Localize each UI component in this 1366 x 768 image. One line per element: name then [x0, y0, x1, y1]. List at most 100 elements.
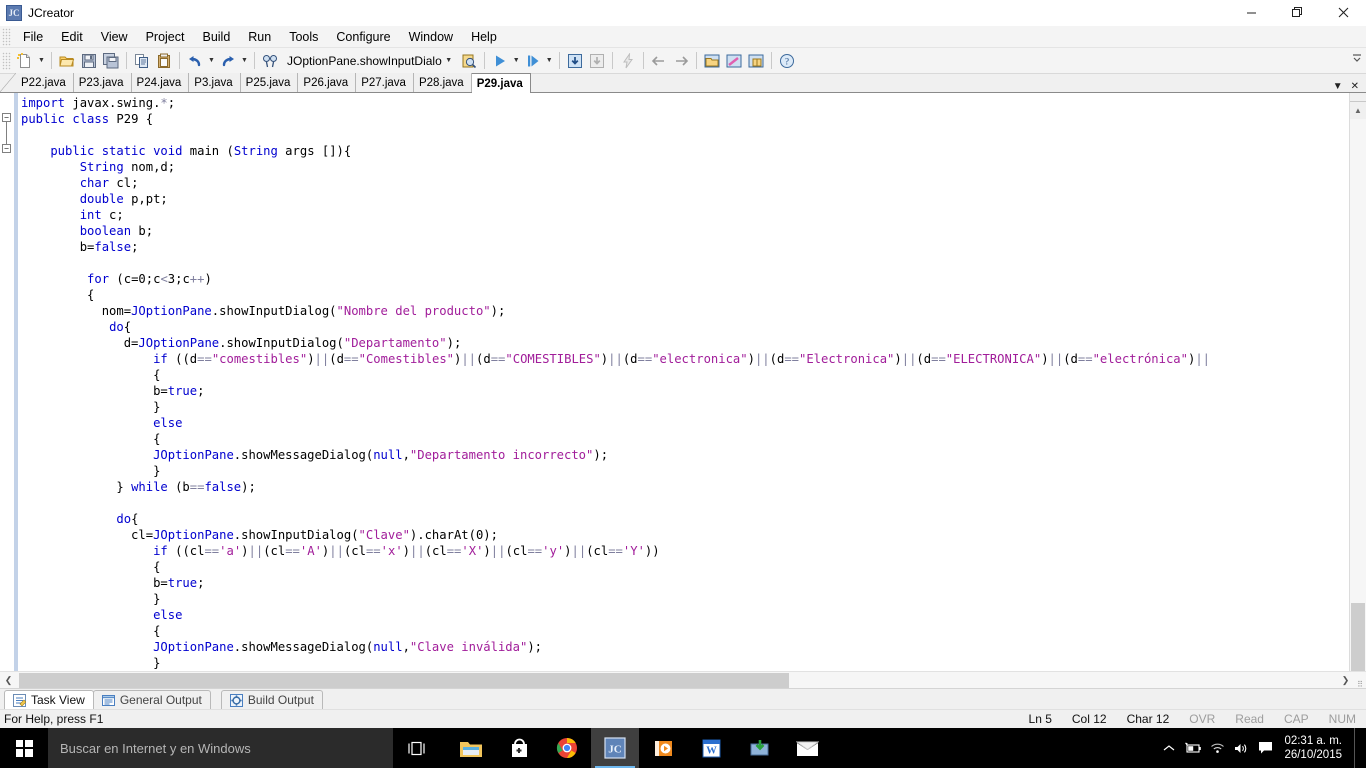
microsoft-word-icon[interactable]: W [687, 728, 735, 768]
google-chrome-icon[interactable] [543, 728, 591, 768]
show-hidden-icons-icon[interactable] [1158, 728, 1180, 768]
close-button[interactable] [1320, 0, 1366, 26]
media-player-icon[interactable] [639, 728, 687, 768]
code-token: JOptionPane [153, 528, 234, 542]
jcreator-icon[interactable]: JC [591, 728, 639, 768]
tab-p27-java[interactable]: P27.java [356, 73, 414, 92]
save-icon[interactable] [78, 50, 100, 72]
resize-grip[interactable]: ⠿ [1354, 672, 1366, 689]
horizontal-scrollbar[interactable]: ❮ ❯ ⠿ [0, 671, 1366, 689]
menu-project[interactable]: Project [137, 27, 194, 47]
undo-icon[interactable] [184, 50, 206, 72]
file-explorer-icon[interactable] [447, 728, 495, 768]
chevron-down-icon[interactable]: ▼ [1330, 81, 1346, 92]
menu-tools[interactable]: Tools [280, 27, 327, 47]
show-desktop-button[interactable] [1354, 728, 1360, 768]
run-step-dropdown-icon[interactable]: ▼ [544, 50, 555, 72]
panel-tab-build-output[interactable]: Build Output [220, 690, 323, 709]
wifi-icon[interactable] [1206, 728, 1228, 768]
run-step-icon[interactable] [522, 50, 544, 72]
menu-build[interactable]: Build [193, 27, 239, 47]
fold-box-class[interactable]: − [2, 113, 11, 122]
find-icon[interactable] [259, 50, 281, 72]
compile-icon[interactable] [564, 50, 586, 72]
find-in-files-icon[interactable] [458, 50, 480, 72]
menu-view[interactable]: View [92, 27, 137, 47]
menu-edit[interactable]: Edit [52, 27, 92, 47]
toolbar-overflow-icon[interactable] [1351, 52, 1363, 65]
open-file-icon[interactable] [56, 50, 78, 72]
start-button[interactable] [0, 728, 48, 768]
forward-arrow-icon[interactable] [670, 50, 692, 72]
volume-icon[interactable] [1230, 728, 1252, 768]
status-help-text: For Help, press F1 [4, 712, 104, 726]
tab-p3-java[interactable]: P3.java [189, 73, 241, 92]
help-icon[interactable]: ? [776, 50, 798, 72]
microsoft-store-icon[interactable] [495, 728, 543, 768]
source-code[interactable]: import javax.swing.*; public class P29 {… [18, 93, 1349, 671]
menu-help[interactable]: Help [462, 27, 506, 47]
vertical-scroll-track[interactable] [1350, 119, 1366, 671]
menu-grip-handle[interactable] [2, 27, 11, 46]
code-folding-gutter[interactable]: − − [0, 93, 14, 671]
code-token: == [365, 544, 381, 558]
code-token: JOptionPane [131, 304, 212, 318]
run-icon[interactable] [489, 50, 511, 72]
taskbar-search-input[interactable]: Buscar en Internet y en Windows [48, 728, 393, 768]
back-arrow-icon[interactable] [648, 50, 670, 72]
code-token: "electrónica" [1092, 352, 1188, 366]
tab-p26-java[interactable]: P26.java [298, 73, 357, 92]
close-icon[interactable]: ✕ [1348, 81, 1362, 92]
task-view-button[interactable] [393, 728, 439, 768]
horizontal-scroll-track[interactable] [17, 672, 1337, 689]
menu-configure[interactable]: Configure [327, 27, 399, 47]
redo-dropdown-icon[interactable]: ▼ [239, 50, 250, 72]
scroll-right-button[interactable]: ❯ [1337, 672, 1354, 689]
horizontal-scroll-thumb[interactable] [19, 672, 789, 688]
package-view-icon[interactable] [745, 50, 767, 72]
tab-p29-java[interactable]: P29.java [471, 73, 531, 93]
undo-dropdown-icon[interactable]: ▼ [206, 50, 217, 72]
scroll-left-button[interactable]: ❮ [0, 672, 17, 689]
tab-p28-java[interactable]: P28.java [413, 73, 472, 92]
new-file-icon[interactable] [14, 50, 36, 72]
mail-icon[interactable] [783, 728, 831, 768]
battery-icon[interactable] [1182, 728, 1204, 768]
project-view-icon[interactable] [701, 50, 723, 72]
code-token: == [637, 352, 653, 366]
run-dropdown-icon[interactable]: ▼ [511, 50, 522, 72]
paste-icon[interactable] [153, 50, 175, 72]
code-viewport[interactable]: import javax.swing.*; public class P29 {… [18, 93, 1349, 671]
download-manager-icon[interactable] [735, 728, 783, 768]
menu-window[interactable]: Window [400, 27, 462, 47]
panel-tab-task-view[interactable]: Task View [4, 690, 94, 709]
menu-run[interactable]: Run [239, 27, 280, 47]
toolbar-grip-handle[interactable] [2, 51, 11, 70]
vertical-scroll-thumb[interactable] [1351, 603, 1365, 671]
tab-p24-java[interactable]: P24.java [131, 73, 190, 92]
copy-icon[interactable] [131, 50, 153, 72]
lightning-icon[interactable] [617, 50, 639, 72]
compile-all-icon[interactable] [586, 50, 608, 72]
class-view-icon[interactable] [723, 50, 745, 72]
tab-p25-java[interactable]: P25.java [240, 73, 299, 92]
menu-file[interactable]: File [14, 27, 52, 47]
tab-p23-java[interactable]: P23.java [73, 73, 132, 92]
scroll-up-button[interactable]: ▲ [1350, 102, 1366, 119]
maximize-button[interactable] [1274, 0, 1320, 26]
minimize-button[interactable] [1228, 0, 1274, 26]
fold-box-main[interactable]: − [2, 144, 11, 153]
new-file-dropdown-icon[interactable]: ▼ [36, 50, 47, 72]
panel-tab-general-output[interactable]: General Output [92, 690, 211, 709]
vertical-scrollbar[interactable]: ▲ [1349, 93, 1366, 671]
system-tray: 02:31 a. m. 26/10/2015 [1158, 728, 1366, 768]
find-combo-box[interactable]: JOptionPane.showInputDialo ▼ [283, 51, 458, 70]
save-all-icon[interactable] [100, 50, 122, 72]
redo-icon[interactable] [217, 50, 239, 72]
tab-p22-java[interactable]: P22.java [16, 73, 74, 92]
taskbar-clock[interactable]: 02:31 a. m. 26/10/2015 [1278, 734, 1350, 762]
chevron-down-icon[interactable]: ▼ [442, 57, 456, 64]
clock-date: 26/10/2015 [1284, 749, 1342, 761]
action-center-icon[interactable] [1254, 728, 1276, 768]
